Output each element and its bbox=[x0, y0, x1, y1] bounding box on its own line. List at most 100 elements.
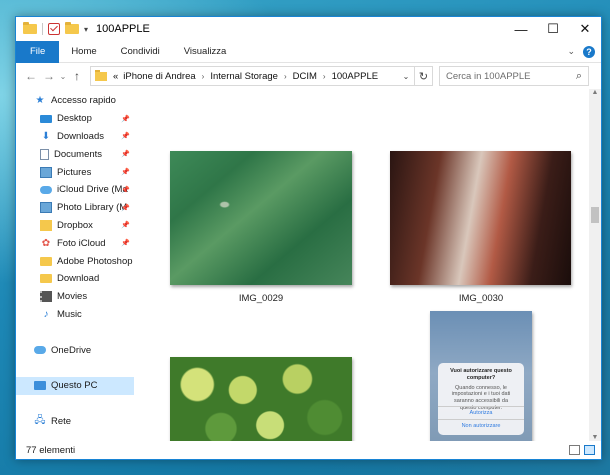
nav-item-label: Music bbox=[57, 308, 82, 320]
recent-locations-chevron-icon[interactable]: ⌄ bbox=[58, 72, 68, 81]
desktop-icon bbox=[40, 114, 52, 123]
refresh-icon[interactable]: ↻ bbox=[415, 66, 433, 86]
file-name[interactable]: IMG_0030 bbox=[421, 293, 541, 304]
nav-item-label: Questo PC bbox=[51, 380, 98, 392]
customize-toolbar-dropdown[interactable]: ▾ bbox=[84, 25, 88, 34]
details-view-icon[interactable] bbox=[569, 445, 580, 455]
nav-item-label: Download bbox=[57, 273, 100, 285]
search-input[interactable]: Cerca in 100APPLE ⌕ bbox=[439, 66, 589, 86]
tab-file[interactable]: File bbox=[16, 40, 60, 63]
network-icon: 🖧 bbox=[34, 414, 46, 426]
dialog-allow: Autorizza bbox=[438, 406, 524, 419]
chevron-right-icon[interactable]: › bbox=[284, 72, 287, 81]
onedrive-icon bbox=[34, 346, 46, 355]
nav-item[interactable]: 🖧 Rete bbox=[16, 412, 134, 430]
nav-item[interactable]: Photo Library (M 📌 bbox=[16, 199, 134, 217]
minimize-button[interactable]: — bbox=[505, 17, 537, 41]
nav-item[interactable]: Dropbox 📌 bbox=[16, 217, 134, 235]
scrollbar-thumb[interactable] bbox=[591, 207, 599, 223]
nav-item[interactable]: ★ Accesso rapido bbox=[16, 92, 134, 110]
pin-icon: 📌 bbox=[121, 240, 130, 248]
chevron-right-icon[interactable]: › bbox=[202, 72, 205, 81]
navigation-pane: ★ Accesso rapido Desktop 📌 ⬇ Downloads 📌 Docume… bbox=[16, 89, 134, 441]
back-arrow-icon[interactable]: ← bbox=[22, 69, 40, 83]
photos-icon: ✿ bbox=[41, 237, 51, 249]
nav-item-label: Downloads bbox=[57, 130, 104, 142]
breadcrumb-iphone[interactable]: iPhone di Andrea bbox=[123, 71, 195, 82]
help-icon[interactable]: ? bbox=[583, 45, 595, 58]
nav-item[interactable]: Questo PC bbox=[16, 376, 134, 395]
nav-item-label: Foto iCloud bbox=[57, 237, 106, 249]
window-controls: — ☐ ✕ bbox=[505, 17, 601, 41]
folder-icon bbox=[95, 69, 107, 81]
up-arrow-icon[interactable]: ↑ bbox=[68, 69, 86, 83]
expand-ribbon-icon[interactable]: ⌄ bbox=[567, 46, 575, 57]
folder-icon bbox=[23, 22, 37, 34]
nav-item[interactable]: iCloud Drive (Ma 📌 bbox=[16, 181, 134, 199]
nav-item[interactable]: ✿ Foto iCloud 📌 bbox=[16, 234, 134, 252]
large-icons-view-icon[interactable] bbox=[584, 445, 595, 455]
ribbon-tabs: File Home Condividi Visualizza ⌄ ? bbox=[16, 40, 601, 63]
status-bar: 77 elementi bbox=[16, 441, 601, 459]
pin-icon: 📌 bbox=[121, 222, 130, 230]
music-icon: ♪ bbox=[43, 308, 49, 320]
thumbnail-image[interactable] bbox=[390, 151, 571, 285]
nav-item[interactable]: Desktop 📌 bbox=[16, 110, 134, 128]
nav-item-label: OneDrive bbox=[51, 344, 92, 356]
thumbnail-image[interactable] bbox=[170, 151, 352, 285]
nav-item-label: Pictures bbox=[57, 166, 92, 178]
scroll-up-icon[interactable]: ▲ bbox=[589, 89, 601, 96]
close-button[interactable]: ✕ bbox=[569, 17, 601, 41]
nav-item[interactable]: Download bbox=[16, 270, 134, 288]
dialog-title: Vuoi autorizzare questo computer? bbox=[450, 368, 512, 381]
breadcrumb-dcim[interactable]: DCIM bbox=[293, 71, 317, 82]
pin-icon: 📌 bbox=[121, 133, 130, 141]
item-count: 77 elementi bbox=[26, 444, 76, 456]
pictures-icon bbox=[40, 166, 52, 178]
pin-icon: 📌 bbox=[121, 186, 130, 194]
phone-trust-dialog: Vuoi autorizzare questo computer? Quando… bbox=[438, 363, 524, 435]
breadcrumb-100apple[interactable]: 100APPLE bbox=[332, 71, 378, 82]
cloud-icon bbox=[40, 185, 52, 194]
vertical-scrollbar[interactable]: ▲ ▼ bbox=[589, 89, 601, 441]
nav-item[interactable]: Documents 📌 bbox=[16, 145, 134, 163]
tab-home[interactable]: Home bbox=[59, 41, 108, 63]
breadcrumb-internal-storage[interactable]: Internal Storage bbox=[210, 71, 278, 82]
search-icon[interactable]: ⌕ bbox=[570, 70, 588, 83]
quick-access-toolbar: ▾ bbox=[16, 22, 88, 35]
nav-item-label: Movies bbox=[57, 291, 88, 303]
maximize-button[interactable]: ☐ bbox=[537, 17, 569, 41]
nav-item-label: Photo Library (M bbox=[57, 202, 128, 214]
nav-item[interactable]: ⬇ Downloads 📌 bbox=[16, 128, 134, 146]
nav-item-label: Adobe Photoshop C bbox=[57, 255, 134, 267]
chevron-right-icon[interactable]: › bbox=[323, 72, 326, 81]
pc-icon bbox=[34, 381, 46, 391]
forward-arrow-icon[interactable]: → bbox=[40, 69, 58, 83]
nav-item[interactable]: Pictures 📌 bbox=[16, 163, 134, 181]
title-bar: ▾ 100APPLE — ☐ ✕ bbox=[16, 17, 601, 41]
new-folder-icon[interactable] bbox=[65, 22, 79, 34]
pictures-icon bbox=[40, 202, 52, 214]
file-explorer-window: ▾ 100APPLE — ☐ ✕ File Home Condividi Vis… bbox=[15, 16, 602, 460]
dialog-deny: Non autorizzare bbox=[438, 419, 524, 432]
nav-item[interactable]: OneDrive bbox=[16, 341, 134, 359]
address-bar[interactable]: « iPhone di Andrea › Internal Storage › … bbox=[90, 66, 415, 86]
document-icon bbox=[40, 148, 49, 160]
nav-item-label: Dropbox bbox=[57, 219, 93, 231]
nav-item-label: Accesso rapido bbox=[51, 95, 116, 107]
nav-item[interactable]: ♪ Music bbox=[16, 306, 134, 324]
tab-condividi[interactable]: Condividi bbox=[109, 41, 172, 63]
file-view: IMG_0029 IMG_0030 Vuoi autorizzare quest… bbox=[134, 89, 589, 441]
nav-item-label: Rete bbox=[51, 415, 72, 427]
properties-icon[interactable] bbox=[48, 23, 60, 35]
scroll-down-icon[interactable]: ▼ bbox=[589, 434, 601, 441]
thumbnail-image[interactable]: Vuoi autorizzare questo computer? Quando… bbox=[430, 311, 532, 441]
file-name[interactable]: IMG_0029 bbox=[201, 293, 321, 304]
thumbnail-image[interactable] bbox=[170, 357, 352, 441]
tab-visualizza[interactable]: Visualizza bbox=[172, 41, 239, 63]
chevron-down-icon[interactable]: ⌄ bbox=[398, 72, 414, 81]
nav-item[interactable]: Movies bbox=[16, 288, 134, 306]
breadcrumb-overflow[interactable]: « bbox=[113, 71, 118, 82]
nav-item[interactable]: Adobe Photoshop C bbox=[16, 252, 134, 270]
